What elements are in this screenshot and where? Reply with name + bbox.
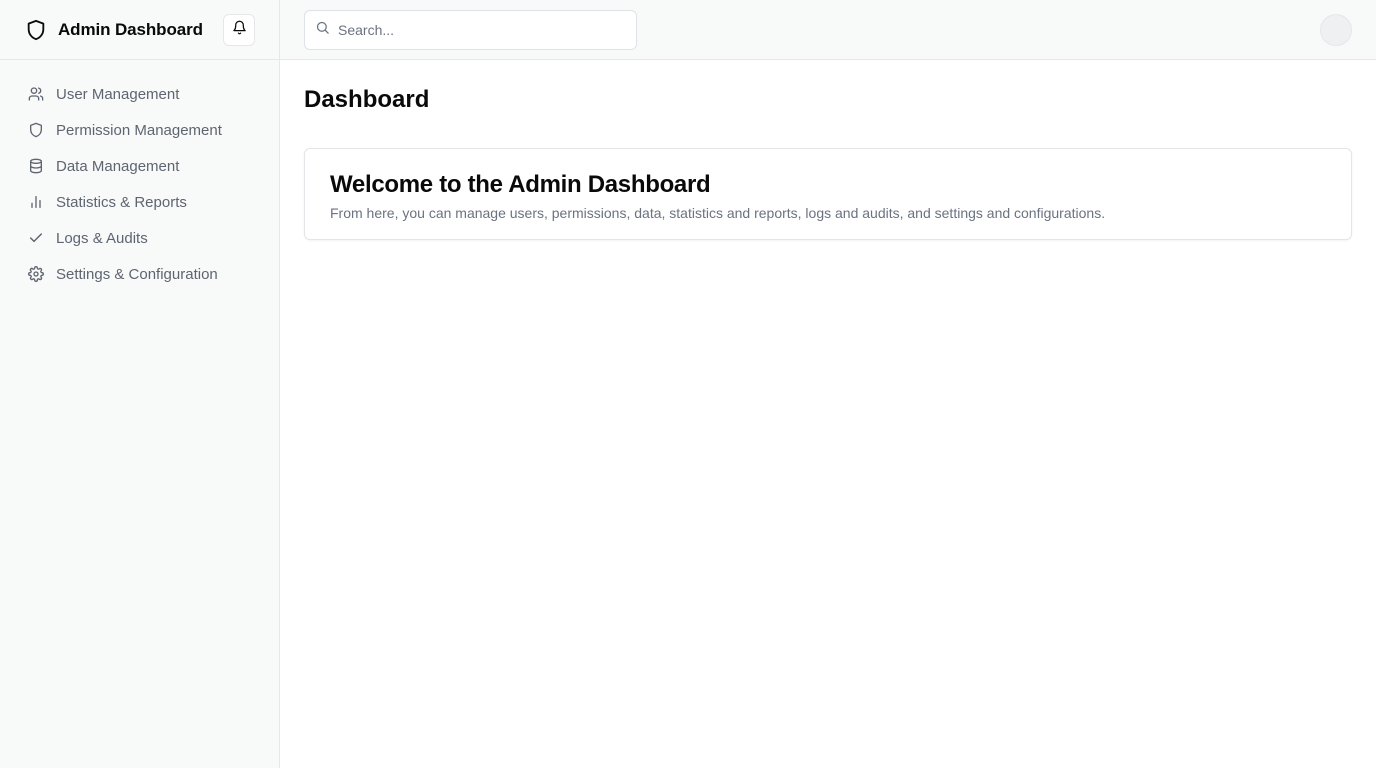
sidebar-item-label: Settings & Configuration — [56, 265, 218, 283]
database-icon — [28, 158, 44, 174]
sidebar-item-label: Statistics & Reports — [56, 193, 187, 211]
sidebar-item-label: Permission Management — [56, 121, 222, 139]
page-title: Dashboard — [304, 86, 430, 113]
sidebar-item-label: Data Management — [56, 157, 180, 175]
sidebar-item-logs-audits[interactable]: Logs & Audits — [16, 220, 263, 256]
brand[interactable]: Admin Dashboard — [24, 18, 223, 42]
bar-chart-icon — [28, 194, 44, 210]
top-bar — [280, 0, 1376, 60]
sidebar-item-data-management[interactable]: Data Management — [16, 148, 263, 184]
sidebar-item-label: Logs & Audits — [56, 229, 148, 247]
sidebar-item-settings-configuration[interactable]: Settings & Configuration — [16, 256, 263, 292]
app-root: Admin Dashboard User Management Permissi… — [0, 0, 1376, 768]
welcome-card: Welcome to the Admin Dashboard From here… — [304, 148, 1352, 240]
notifications-button[interactable] — [223, 13, 255, 46]
shield-logo-icon — [24, 18, 48, 42]
sidebar: Admin Dashboard User Management Permissi… — [0, 0, 280, 768]
welcome-title: Welcome to the Admin Dashboard — [330, 171, 711, 198]
content: Dashboard Welcome to the Admin Dashboard… — [280, 60, 1376, 264]
gear-icon — [28, 266, 44, 282]
sidebar-header: Admin Dashboard — [0, 0, 279, 60]
sidebar-item-user-management[interactable]: User Management — [16, 76, 263, 112]
sidebar-item-label: User Management — [56, 85, 180, 103]
main-area: Dashboard Welcome to the Admin Dashboard… — [280, 0, 1376, 768]
search-icon — [315, 20, 330, 40]
search-box[interactable] — [304, 9, 637, 50]
sidebar-item-permission-management[interactable]: Permission Management — [16, 112, 263, 148]
avatar[interactable] — [1320, 13, 1352, 46]
sidebar-item-statistics-reports[interactable]: Statistics & Reports — [16, 184, 263, 220]
users-icon — [28, 86, 44, 102]
welcome-text: From here, you can manage users, permiss… — [330, 205, 1106, 221]
app-title: Admin Dashboard — [58, 19, 203, 39]
search-input[interactable] — [338, 21, 626, 38]
shield-icon — [28, 122, 44, 138]
sidebar-nav: User Management Permission Management Da… — [0, 60, 279, 308]
bell-icon — [232, 20, 247, 40]
check-icon — [28, 230, 44, 246]
